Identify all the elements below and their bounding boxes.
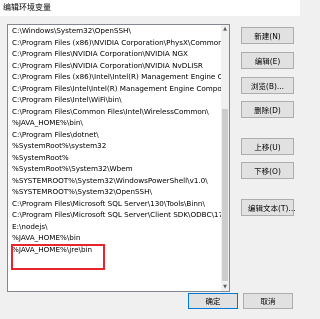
- path-entries-rows: C:\Windows\System32\OpenSSH\ C:\Program F…: [8, 25, 222, 290]
- path-entry-row[interactable]: C:\Program Files (x86)\Intel\Intel(R) Ma…: [8, 71, 222, 83]
- path-entry-row[interactable]: E:\nodejs\: [8, 221, 222, 233]
- scroll-up-arrow-icon[interactable]: ▲: [221, 25, 229, 33]
- path-entry-row[interactable]: %SYSTEMROOT%\System32\WindowsPowerShell\…: [8, 175, 222, 187]
- path-entry-row[interactable]: %JAVA_HOME%\jre\bin: [8, 244, 222, 256]
- path-entry-row[interactable]: [8, 255, 222, 267]
- path-entry-row[interactable]: %SystemRoot%\system32: [8, 140, 222, 152]
- title-bar[interactable]: 编辑环境变量: [0, 0, 300, 16]
- cancel-button[interactable]: 取消: [243, 293, 293, 309]
- scroll-thumb[interactable]: [222, 109, 228, 281]
- path-entries-list[interactable]: C:\Windows\System32\OpenSSH\ C:\Program F…: [7, 24, 230, 292]
- path-entry-row[interactable]: C:\Program Files\NVIDIA Corporation\NVID…: [8, 48, 222, 60]
- path-entry-row[interactable]: [8, 278, 222, 290]
- path-entry-row[interactable]: %JAVA_HOME%\bin: [8, 232, 222, 244]
- path-entry-row[interactable]: C:\Program Files\dotnet\: [8, 129, 222, 141]
- new-button[interactable]: 新建(N): [241, 27, 294, 44]
- path-entry-row[interactable]: %SystemRoot%: [8, 152, 222, 164]
- path-entry-row[interactable]: C:\Program Files\Common Files\Intel\Wire…: [8, 106, 222, 118]
- move-up-button[interactable]: 上移(U): [241, 138, 294, 155]
- edit-environment-variable-dialog: 编辑环境变量 C:\Windows\System32\OpenSSH\ C:\Pr…: [0, 0, 300, 319]
- path-entry-row[interactable]: C:\Program Files\Microsoft SQL Server\Cl…: [8, 209, 222, 221]
- delete-button[interactable]: 删除(D): [241, 101, 294, 118]
- vertical-scrollbar[interactable]: ▲ ▼: [221, 25, 229, 291]
- path-entry-row[interactable]: %SystemRoot%\System32\Wbem: [8, 163, 222, 175]
- path-entry-row[interactable]: C:\Program Files\Microsoft SQL Server\13…: [8, 198, 222, 210]
- window-title: 编辑环境变量: [3, 3, 51, 12]
- path-entry-row[interactable]: C:\Program Files\Intel\WiFi\bin\: [8, 94, 222, 106]
- ok-button[interactable]: 确定: [188, 293, 238, 309]
- path-entry-row[interactable]: C:\Program Files\NVIDIA Corporation\NVID…: [8, 60, 222, 72]
- browse-button[interactable]: 浏览(B)...: [241, 77, 294, 94]
- path-entry-row[interactable]: %SYSTEMROOT%\System32\OpenSSH\: [8, 186, 222, 198]
- path-entry-row[interactable]: C:\Windows\System32\OpenSSH\: [8, 25, 222, 37]
- move-down-button[interactable]: 下移(O): [241, 162, 294, 179]
- path-entry-row[interactable]: C:\Program Files\Intel\Intel(R) Manageme…: [8, 83, 222, 95]
- edit-text-button[interactable]: 编辑文本(T)...: [241, 199, 296, 216]
- path-entry-row[interactable]: C:\Program Files (x86)\NVIDIA Corporatio…: [8, 37, 222, 49]
- edit-button[interactable]: 编辑(E): [241, 52, 294, 69]
- path-entry-row[interactable]: %JAVA_HOME%\bin\: [8, 117, 222, 129]
- scroll-down-arrow-icon[interactable]: ▼: [221, 283, 229, 291]
- path-entry-row[interactable]: [8, 267, 222, 279]
